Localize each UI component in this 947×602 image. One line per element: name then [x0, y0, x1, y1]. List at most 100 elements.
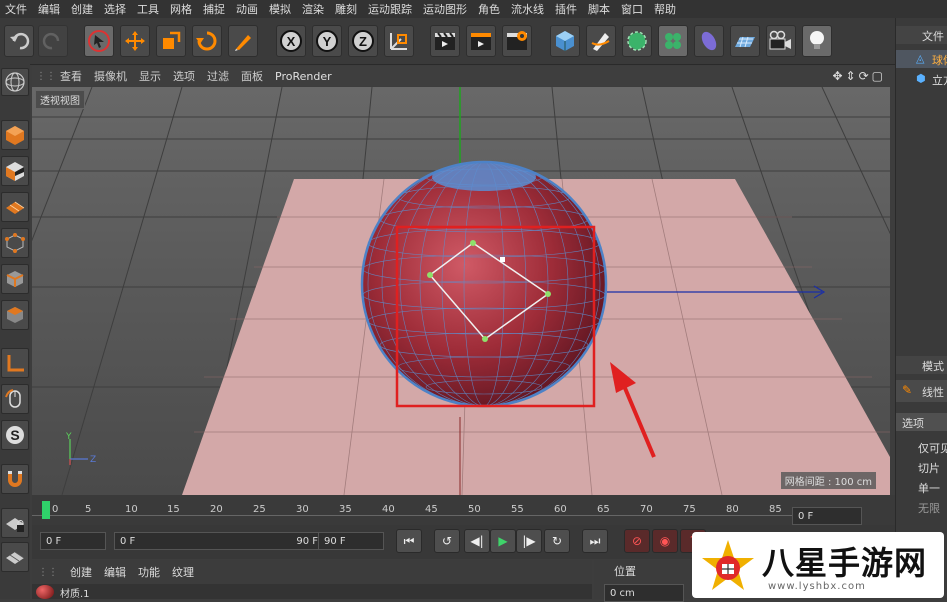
polygons-mode-button[interactable] — [1, 300, 29, 330]
timeline-ruler[interactable]: 0 5 10 15 20 25 30 35 40 45 50 55 60 65 … — [32, 495, 895, 525]
object-manager-header: 文件 — [896, 26, 947, 44]
current-frame-field[interactable]: 0 F — [792, 507, 862, 525]
menu-motion-tracking[interactable]: 运动跟踪 — [363, 1, 418, 17]
planar-workplane-button[interactable] — [1, 542, 29, 572]
menu-sculpt[interactable]: 雕刻 — [330, 1, 363, 17]
rotate-tool-button[interactable] — [192, 25, 222, 57]
menu-snap[interactable]: 捕捉 — [198, 1, 231, 17]
perspective-viewport[interactable]: Y Z 透视视图 网格间距 : 100 cm — [32, 87, 890, 495]
magnet-icon — [8, 471, 22, 487]
object-row-cube[interactable]: ⬢ 立方体 — [896, 70, 947, 88]
menu-simulate[interactable]: 模拟 — [264, 1, 297, 17]
vp-menu-display[interactable]: 显示 — [133, 68, 167, 84]
material-swatch[interactable] — [36, 585, 54, 599]
menu-create[interactable]: 创建 — [66, 1, 99, 17]
vp-menu-cameras[interactable]: 摄像机 — [88, 68, 133, 84]
options-tab[interactable]: 选项 — [896, 413, 947, 431]
live-select-button[interactable] — [228, 25, 258, 57]
redo-button[interactable] — [38, 25, 68, 57]
add-floor-button[interactable] — [730, 25, 760, 57]
end-frame-field[interactable]: 90 F — [318, 532, 384, 550]
lock-workplane-button[interactable] — [1, 508, 29, 538]
next-frame-button[interactable]: |▶ — [516, 529, 542, 553]
next-key-button[interactable]: ↻ — [544, 529, 570, 553]
menu-select[interactable]: 选择 — [99, 1, 132, 17]
menu-tools[interactable]: 工具 — [132, 1, 165, 17]
add-mograph-button[interactable] — [658, 25, 688, 57]
add-generator-button[interactable] — [622, 25, 652, 57]
vp-menu-panel[interactable]: 面板 — [235, 68, 269, 84]
sphere-object[interactable] — [360, 160, 608, 408]
position-title: 位置 — [614, 565, 636, 578]
menu-character[interactable]: 角色 — [473, 1, 506, 17]
texture-mode-button[interactable] — [1, 156, 29, 186]
menu-window[interactable]: 窗口 — [616, 1, 649, 17]
axis-z-button[interactable]: Z — [348, 25, 378, 57]
menu-plugins[interactable]: 插件 — [550, 1, 583, 17]
tick-label: 30 — [296, 504, 309, 515]
material-name[interactable]: 材质.1 — [60, 585, 90, 600]
add-deformer-button[interactable] — [694, 25, 724, 57]
axis-x-button[interactable]: X — [276, 25, 306, 57]
edges-mode-button[interactable] — [1, 264, 29, 294]
render-view-button[interactable] — [430, 25, 460, 57]
playhead[interactable] — [42, 501, 50, 519]
vp-menu-prorender[interactable]: ProRender — [269, 70, 338, 83]
start-frame-field[interactable]: 0 F — [40, 532, 106, 550]
menu-edit[interactable]: 编辑 — [33, 1, 66, 17]
render-picture-viewer-button[interactable] — [466, 25, 496, 57]
menu-mesh[interactable]: 网格 — [165, 1, 198, 17]
model-mode-button[interactable] — [1, 120, 29, 150]
add-camera-button[interactable] — [766, 25, 796, 57]
tool-row[interactable]: ✎ 线性 — [896, 380, 947, 402]
add-spline-button[interactable] — [586, 25, 616, 57]
points-mode-button[interactable] — [1, 228, 29, 258]
scale-tool-button[interactable] — [156, 25, 186, 57]
om-menu-file[interactable]: 文件 — [922, 28, 944, 44]
select-tool-button[interactable] — [84, 25, 114, 57]
make-editable-button[interactable] — [1, 68, 29, 96]
prev-key-button[interactable]: ↺ — [434, 529, 460, 553]
menu-pipeline[interactable]: 流水线 — [506, 1, 550, 17]
mat-menu-create[interactable]: 创建 — [64, 564, 98, 580]
vp-menu-filter[interactable]: 过滤 — [201, 68, 235, 84]
position-x-field[interactable]: 0 cm — [604, 584, 684, 602]
snap-button[interactable] — [1, 464, 29, 494]
menu-animate[interactable]: 动画 — [231, 1, 264, 17]
prev-frame-button[interactable]: ◀| — [464, 529, 490, 553]
add-cube-button[interactable] — [550, 25, 580, 57]
add-light-button[interactable] — [802, 25, 832, 57]
mat-menu-function[interactable]: 功能 — [132, 564, 166, 580]
option-slice[interactable]: 切片 — [918, 460, 940, 476]
record-keys-button[interactable]: ⊘ — [624, 529, 650, 553]
mat-menu-texture[interactable]: 纹理 — [166, 564, 200, 580]
menu-render[interactable]: 渲染 — [297, 1, 330, 17]
mat-menu-edit[interactable]: 编辑 — [98, 564, 132, 580]
coordinate-system-button[interactable] — [384, 25, 414, 57]
option-infinite[interactable]: 无限 — [918, 500, 940, 516]
go-to-start-button[interactable]: ⏮ — [396, 529, 422, 553]
enable-axis-button[interactable] — [1, 348, 29, 378]
menu-script[interactable]: 脚本 — [583, 1, 616, 17]
autokey-button[interactable]: ◉ — [652, 529, 678, 553]
workplane-mode-button[interactable] — [1, 192, 29, 222]
tweak-mode-button[interactable] — [1, 384, 29, 414]
vp-menu-options[interactable]: 选项 — [167, 68, 201, 84]
menu-help[interactable]: 帮助 — [649, 1, 682, 17]
render-settings-button[interactable] — [502, 25, 532, 57]
move-tool-button[interactable] — [120, 25, 150, 57]
option-visible-only[interactable]: 仅可见 — [918, 440, 947, 456]
undo-button[interactable] — [4, 25, 34, 57]
preview-range-slider[interactable]: 0 F 90 F — [114, 532, 324, 550]
option-single[interactable]: 单一 — [918, 480, 940, 496]
axis-y-button[interactable]: Y — [312, 25, 342, 57]
vp-menu-view[interactable]: 查看 — [54, 68, 88, 84]
solo-button[interactable]: S — [1, 420, 29, 450]
play-button[interactable]: ▶ — [490, 529, 516, 553]
viewport-nav-icons[interactable]: ✥⇕⟳▢ — [832, 69, 890, 83]
menu-file[interactable]: 文件 — [0, 1, 33, 17]
menu-mograph[interactable]: 运动图形 — [418, 1, 473, 17]
go-to-end-button[interactable]: ⏭ — [582, 529, 608, 553]
am-menu-mode[interactable]: 模式 — [922, 358, 944, 374]
object-row-sphere[interactable]: ◬ 球体 — [896, 50, 947, 68]
